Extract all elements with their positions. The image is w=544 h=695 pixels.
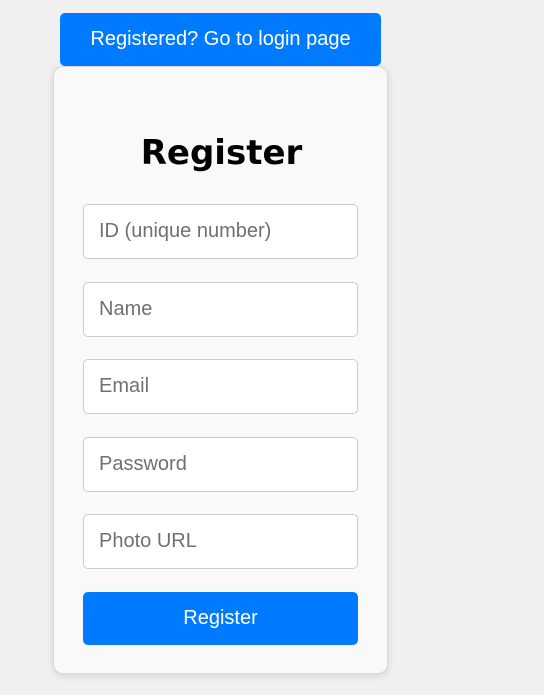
name-input[interactable] xyxy=(83,282,358,337)
photo-url-input[interactable] xyxy=(83,514,358,569)
go-to-login-button[interactable]: Registered? Go to login page xyxy=(60,13,381,66)
register-card: Register Register xyxy=(53,66,388,674)
register-page: Registered? Go to login page Register Re… xyxy=(0,0,544,695)
id-input[interactable] xyxy=(83,204,358,259)
email-input[interactable] xyxy=(83,359,358,414)
page-title: Register xyxy=(140,133,303,173)
password-input[interactable] xyxy=(83,437,358,492)
register-submit-button[interactable]: Register xyxy=(83,592,358,645)
